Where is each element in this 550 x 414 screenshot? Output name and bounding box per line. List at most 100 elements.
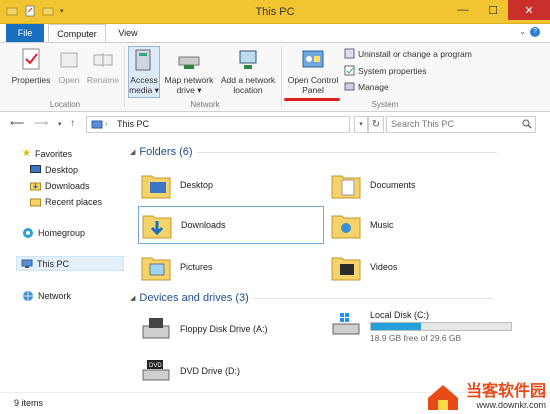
folder-name: Downloads bbox=[181, 220, 226, 230]
uninstall-icon bbox=[344, 48, 355, 59]
folder-tile-pictures[interactable]: Pictures bbox=[140, 250, 320, 284]
add-network-location-button[interactable]: Add a network location bbox=[218, 47, 278, 95]
collapse-chevron-icon: ◢ bbox=[130, 149, 136, 156]
system-properties-button[interactable]: System properties bbox=[344, 65, 427, 76]
location-group-label: Location bbox=[49, 100, 81, 109]
nav-recent-places[interactable]: Recent places bbox=[30, 194, 102, 209]
help-icon[interactable]: ? bbox=[530, 27, 540, 37]
tab-file[interactable]: File bbox=[6, 24, 44, 42]
folder-tile-documents[interactable]: Documents bbox=[330, 168, 510, 202]
devices-header-label: Devices and drives (3) bbox=[139, 292, 249, 304]
folder-tile-desktop[interactable]: Desktop bbox=[140, 168, 320, 202]
address-dropdown-icon[interactable]: ▾ bbox=[354, 116, 368, 133]
drive-tile-floppy[interactable]: Floppy Disk Drive (A:) bbox=[140, 312, 320, 346]
watermark-url: www.downkr.com bbox=[476, 400, 546, 410]
folders-header-label: Folders (6) bbox=[139, 146, 193, 158]
access-media-label-2: media bbox=[129, 85, 153, 95]
nav-network[interactable]: Network bbox=[22, 288, 71, 303]
drive-name: Floppy Disk Drive (A:) bbox=[180, 324, 268, 334]
nav-homegroup[interactable]: Homegroup bbox=[22, 225, 85, 240]
homegroup-icon bbox=[23, 227, 33, 238]
open-button[interactable]: Open bbox=[56, 47, 82, 85]
nav-downloads[interactable]: Downloads bbox=[30, 178, 90, 193]
manage-icon bbox=[344, 82, 355, 91]
disk-usage-bar bbox=[370, 322, 512, 331]
title-bar: ▾ This PC — ☐ ✕ bbox=[0, 0, 550, 24]
address-bar-row: ⟵ ⟶ ▾ ↑ › This PC ▾ ↻ Search This PC bbox=[0, 112, 550, 136]
forward-icon[interactable]: ⟶ bbox=[34, 118, 48, 129]
folders-section-header[interactable]: ◢ Folders (6) bbox=[130, 146, 497, 158]
house-logo-icon bbox=[427, 385, 458, 410]
add-network-location-label-2: location bbox=[233, 85, 263, 95]
chevron-down-icon: ▾ bbox=[152, 85, 159, 95]
folder-icon bbox=[141, 175, 171, 199]
folder-icon bbox=[141, 257, 171, 281]
uninstall-program-button[interactable]: Uninstall or change a program bbox=[344, 48, 472, 59]
folder-icon bbox=[331, 215, 361, 239]
minimize-button[interactable]: — bbox=[448, 0, 478, 20]
tab-computer[interactable]: Computer bbox=[48, 24, 106, 42]
disk-usage-fill bbox=[371, 323, 422, 330]
content-pane: ◢ Folders (6) Desktop Documents Download… bbox=[126, 136, 546, 392]
downloads-icon bbox=[30, 182, 41, 190]
manage-button[interactable]: Manage bbox=[344, 81, 389, 92]
address-input[interactable]: › This PC bbox=[86, 116, 350, 133]
item-count: 9 items bbox=[14, 398, 44, 408]
uninstall-label: Uninstall or change a program bbox=[358, 48, 472, 59]
drive-name: Local Disk (C:) bbox=[370, 310, 430, 320]
network-icon bbox=[23, 290, 33, 301]
properties-button[interactable]: Properties bbox=[10, 47, 52, 85]
access-media-button[interactable]: Access media ▾ bbox=[128, 46, 160, 98]
add-network-location-label-1: Add a network bbox=[220, 75, 276, 85]
drive-tile-dvd[interactable]: DVD DVD Drive (D:) bbox=[140, 354, 320, 388]
map-network-drive-button[interactable]: Map network drive ▾ bbox=[163, 47, 215, 95]
folder-tile-music[interactable]: Music bbox=[330, 208, 510, 242]
search-input[interactable]: Search This PC bbox=[386, 116, 536, 133]
recent-locations-chevron-icon[interactable]: ▾ bbox=[58, 120, 62, 128]
nav-favorites[interactable]: ★ Favorites bbox=[22, 146, 72, 161]
nav-network-label: Network bbox=[38, 290, 72, 301]
breadcrumb-chevron-icon: › bbox=[105, 121, 108, 128]
folder-name: Documents bbox=[370, 180, 416, 190]
open-icon bbox=[60, 52, 78, 68]
drive-tile-local-disk[interactable]: Local Disk (C:) 18.9 GB free of 29.6 GB bbox=[330, 310, 540, 350]
folder-icon bbox=[331, 257, 361, 281]
nav-homegroup-label: Homegroup bbox=[38, 227, 86, 238]
access-media-icon bbox=[135, 49, 151, 71]
map-network-drive-label-1: Map network bbox=[164, 75, 214, 85]
drive-name: DVD Drive (D:) bbox=[180, 366, 240, 376]
watermark: 当客软件园 www.downkr.com bbox=[427, 382, 546, 410]
floppy-drive-icon bbox=[142, 318, 170, 339]
nav-this-pc[interactable]: This PC bbox=[16, 256, 124, 271]
properties-label: Properties bbox=[11, 75, 51, 85]
back-icon[interactable]: ⟵ bbox=[10, 118, 24, 129]
dvd-drive-icon: DVD bbox=[142, 360, 170, 381]
computer-icon bbox=[91, 120, 103, 129]
chevron-down-icon[interactable]: ⌄ bbox=[519, 27, 526, 36]
search-icon[interactable] bbox=[522, 119, 532, 129]
up-icon[interactable]: ↑ bbox=[70, 118, 75, 129]
nav-desktop-label: Desktop bbox=[45, 164, 79, 175]
folder-tile-downloads[interactable]: Downloads bbox=[138, 206, 324, 244]
devices-section-header[interactable]: ◢ Devices and drives (3) bbox=[130, 292, 493, 304]
map-network-drive-label-2: drive bbox=[176, 85, 195, 95]
system-properties-icon bbox=[344, 65, 355, 76]
folder-tile-videos[interactable]: Videos bbox=[330, 250, 510, 284]
folder-name: Music bbox=[370, 220, 394, 230]
open-control-panel-button[interactable]: Open Control Panel bbox=[284, 47, 342, 95]
network-group-label: Network bbox=[190, 100, 220, 109]
rename-button[interactable]: Rename bbox=[86, 47, 120, 85]
properties-check-icon bbox=[22, 48, 40, 70]
system-group-label: System bbox=[371, 100, 399, 109]
collapse-chevron-icon: ◢ bbox=[130, 295, 136, 302]
group-divider bbox=[124, 47, 125, 107]
folder-name: Pictures bbox=[180, 262, 213, 272]
refresh-icon[interactable]: ↻ bbox=[368, 116, 384, 133]
folder-name: Videos bbox=[370, 262, 398, 272]
maximize-button[interactable]: ☐ bbox=[478, 0, 508, 20]
tab-view[interactable]: View bbox=[110, 24, 146, 42]
nav-desktop[interactable]: Desktop bbox=[30, 162, 78, 177]
close-button[interactable]: ✕ bbox=[508, 0, 550, 20]
svg-text:DVD: DVD bbox=[149, 363, 162, 369]
desktop-icon bbox=[30, 165, 41, 173]
